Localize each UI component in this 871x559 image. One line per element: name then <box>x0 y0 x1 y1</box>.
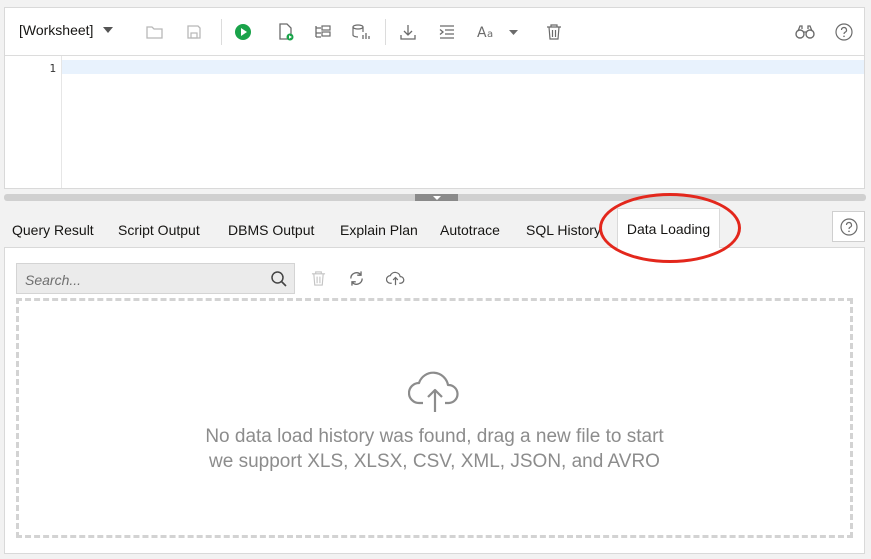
worksheet-selector-label: [Worksheet] <box>19 22 94 38</box>
tab-data-loading-label: Data Loading <box>626 220 711 237</box>
delete-load-button[interactable] <box>307 267 329 289</box>
tab-explain-plan[interactable]: Explain Plan <box>340 222 418 238</box>
tab-data-loading[interactable]: Data Loading <box>617 208 720 248</box>
toolbar-separator <box>221 19 222 45</box>
tab-sql-history[interactable]: SQL History <box>526 222 601 238</box>
explain-plan-icon <box>315 25 331 38</box>
tab-dbms-output[interactable]: DBMS Output <box>228 222 314 238</box>
pane-splitter[interactable] <box>4 194 866 201</box>
binoculars-icon <box>795 25 815 39</box>
worksheet-selector[interactable]: [Worksheet] <box>19 22 114 38</box>
worksheet-toolbar: [Worksheet] A a <box>5 8 864 56</box>
format-button[interactable] <box>435 20 459 44</box>
caret-down-icon <box>432 195 441 200</box>
help-icon <box>835 23 853 41</box>
refresh-icon <box>349 270 363 286</box>
cloud-upload-icon <box>408 371 459 412</box>
svg-text:a: a <box>487 29 493 40</box>
run-statement-button[interactable] <box>231 20 255 44</box>
search-box <box>16 263 295 294</box>
line-number-gutter <box>5 56 62 188</box>
download-button[interactable] <box>396 20 420 44</box>
supported-formats-message: we support XLS, XLSX, CSV, XML, JSON, an… <box>209 451 660 472</box>
clear-editor-button[interactable] <box>542 20 566 44</box>
run-script-icon <box>279 23 294 41</box>
tab-autotrace[interactable]: Autotrace <box>440 222 500 238</box>
run-play-icon <box>235 24 251 40</box>
toolbar-separator <box>385 19 386 45</box>
trash-icon <box>547 24 561 40</box>
search-input[interactable] <box>23 269 267 291</box>
help-icon <box>839 217 858 236</box>
code-editor-active-line[interactable] <box>62 60 864 74</box>
autotrace-icon <box>352 24 370 39</box>
indent-format-icon <box>439 25 454 39</box>
empty-state-message: No data load history was found, drag a n… <box>205 426 664 447</box>
folder-open-icon <box>146 26 163 39</box>
caret-down-icon <box>103 27 114 33</box>
file-drop-zone[interactable] <box>16 298 853 538</box>
help-button[interactable] <box>832 20 856 44</box>
change-case-button[interactable]: Aa <box>475 20 525 44</box>
download-icon <box>400 25 416 40</box>
save-button[interactable] <box>182 20 206 44</box>
trash-icon <box>311 270 325 286</box>
tab-query-result[interactable]: Query Result <box>12 222 94 238</box>
save-icon <box>187 25 201 39</box>
open-button[interactable] <box>143 20 167 44</box>
worksheet-editor-panel: [Worksheet] A a 1 <box>4 7 865 189</box>
search-icon[interactable] <box>270 270 288 288</box>
results-help-button[interactable] <box>832 211 865 242</box>
splitter-handle[interactable] <box>415 194 458 201</box>
tab-script-output[interactable]: Script Output <box>118 222 200 238</box>
text-case-icon: Aa <box>477 25 518 40</box>
svg-text:A: A <box>477 25 487 40</box>
run-script-button[interactable] <box>274 20 298 44</box>
refresh-button[interactable] <box>345 267 367 289</box>
autotrace-button[interactable] <box>349 20 373 44</box>
upload-data-button[interactable] <box>384 267 406 289</box>
line-number: 1 <box>49 62 56 75</box>
find-button[interactable] <box>793 20 817 44</box>
cloud-upload-icon <box>385 271 404 285</box>
explain-plan-button[interactable] <box>311 20 335 44</box>
